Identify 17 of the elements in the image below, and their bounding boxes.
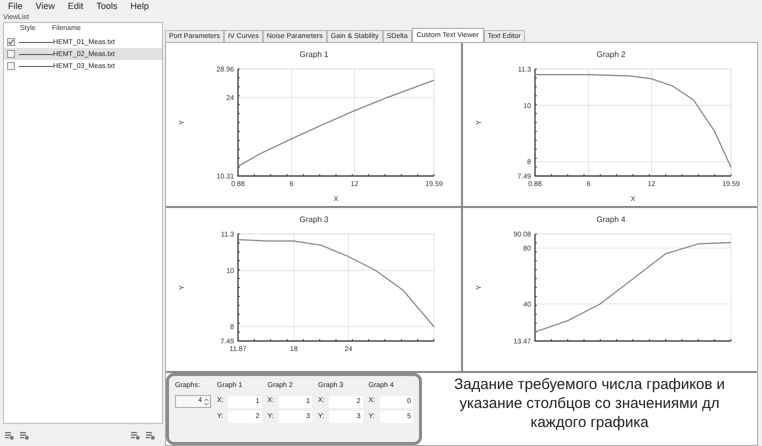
list-icon[interactable] [146, 430, 155, 440]
chart-title: Graph 3 [300, 215, 328, 224]
checkbox[interactable] [7, 62, 15, 70]
menu-item[interactable]: Help [130, 0, 149, 14]
list-icon[interactable] [131, 430, 140, 440]
menu-item[interactable]: Tools [96, 0, 118, 14]
checkbox[interactable] [7, 50, 15, 58]
chart-title: Graph 2 [596, 50, 625, 59]
list-icon[interactable] [5, 430, 14, 440]
checkbox[interactable] [7, 38, 15, 46]
chart-title: Graph 4 [596, 215, 625, 224]
menu-item[interactable]: Edit [68, 0, 84, 14]
chart-title: Graph 1 [300, 50, 328, 59]
list-icon[interactable] [20, 430, 29, 440]
menu-item[interactable]: View [36, 0, 55, 14]
menu-item[interactable]: File [8, 0, 23, 14]
spin-arrows-icon [204, 398, 209, 406]
